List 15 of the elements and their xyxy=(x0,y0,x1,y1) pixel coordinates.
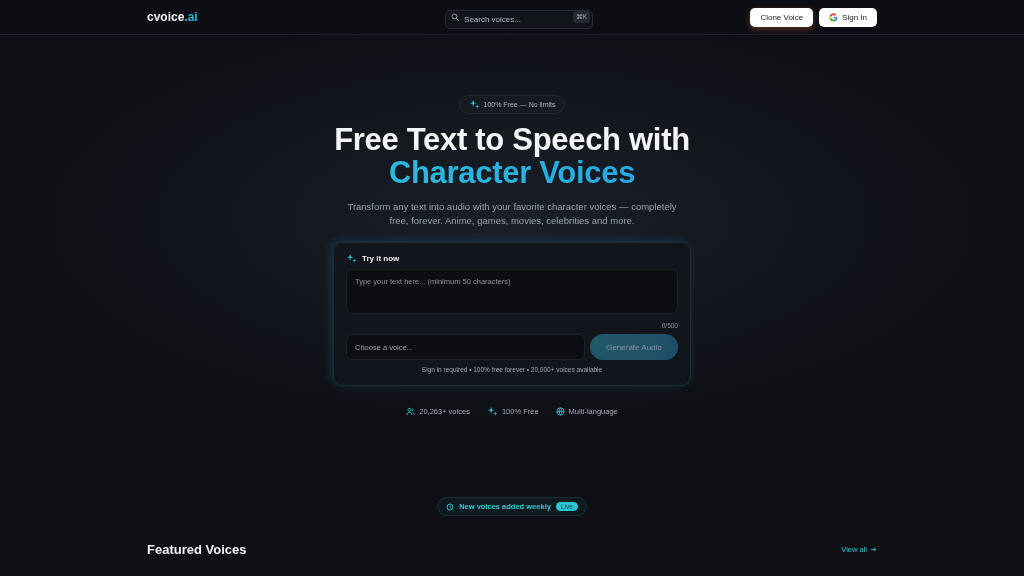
logo[interactable]: cvoice.ai xyxy=(147,10,198,24)
sparkle-icon xyxy=(486,406,498,417)
clock-icon xyxy=(446,502,455,511)
google-icon xyxy=(829,12,839,22)
card-title: Try it now xyxy=(362,254,400,263)
section-title: Featured Voices xyxy=(147,542,247,557)
search-icon xyxy=(451,13,460,21)
sparkle-icon xyxy=(468,99,480,110)
clone-voice-button[interactable]: Clone Voice xyxy=(750,7,814,27)
sign-in-button[interactable]: Sign In xyxy=(819,7,877,27)
sparkle-icon xyxy=(346,253,357,264)
users-icon xyxy=(406,407,416,416)
hero-subtitle: Transform any text into audio with your favorite character voices — completely free, forever. Anime, games, movies, celebrities and more. xyxy=(346,200,678,228)
arrow-icon xyxy=(870,546,877,553)
globe-icon xyxy=(555,407,565,416)
